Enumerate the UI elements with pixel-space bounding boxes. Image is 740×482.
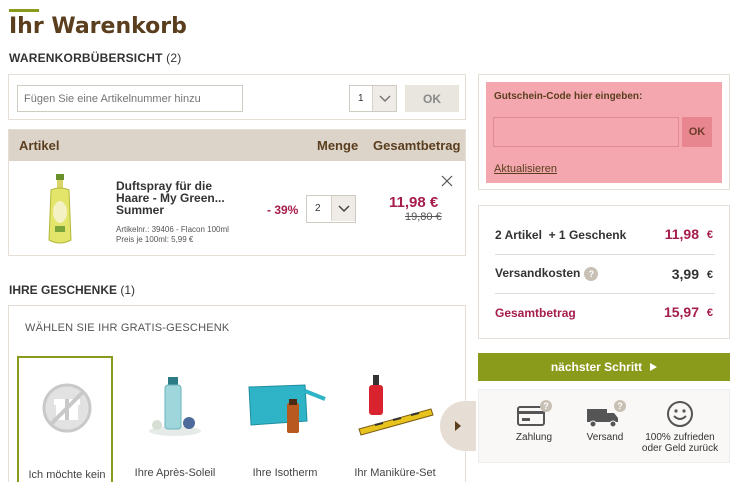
cart-table: Artikel Menge Gesamtbetrag Duftspray für… [8,129,466,256]
summary-row-articles: 2 Artikel + 1 Geschenk 11,98 € [495,226,715,262]
gift-option-manikuere[interactable]: Ihr Maniküre-Set GRATIS [347,356,443,482]
summary-divider [495,293,715,294]
cart-overview-heading: WARENKORBÜBERSICHT (2) [9,51,181,65]
summary-divider [495,254,715,255]
add-article-ok-button[interactable]: OK [405,85,459,112]
shipping-text: Versandkosten [495,266,581,280]
gift-image-tasche [237,364,333,448]
article-number-input[interactable] [17,85,243,112]
gift-label: Ihre Après-Soleil Dusche [134,467,216,482]
cart-page: Ihr Warenkorb WARENKORBÜBERSICHT (2) 1 O… [0,0,740,482]
svg-text:?: ? [543,401,549,411]
gift-panel: WÄHLEN SIE IHR GRATIS-GESCHENK Ich möcht… [8,305,476,482]
summary-row-shipping: Versandkosten? 3,99 € [495,265,715,301]
smiley-icon [635,398,725,430]
item-quantity-value: 2 [315,203,321,214]
trust-label: 100% zufrieden oder Geld zurück [641,432,719,454]
trust-panel: ? Zahlung ? Versand 100% zufrieden oder … [478,389,730,463]
quantity-select[interactable]: 1 [349,85,397,112]
chevron-down-icon [372,86,396,111]
no-gift-icon [19,366,115,450]
svg-text:?: ? [617,401,623,411]
item-old-price: 19,80 € [405,211,442,223]
gift-option-tasche[interactable]: Ihre Isotherm Kosmetiktasche [237,356,333,482]
trust-item-satisfaction[interactable]: 100% zufrieden oder Geld zurück [635,398,725,454]
gifts-title: IHRE GESCHENKE [9,283,118,297]
column-artikel: Artikel [19,138,60,153]
gifts-count: (1) [120,283,136,297]
cart-table-header: Artikel Menge Gesamtbetrag [9,130,465,161]
column-gesamtbetrag: Gesamtbetrag [373,138,461,153]
product-article-number: Artikelnr.: 39406 - Flacon 100ml [116,225,229,234]
gift-option-none[interactable]: Ich möchte kein Gratis-Geschenk [17,356,113,482]
gift-option-dusche[interactable]: Ihre Après-Soleil Dusche [127,356,223,482]
overview-label: WARENKORBÜBERSICHT [9,51,163,65]
currency-symbol: € [706,229,713,241]
title-accent-bar [9,9,39,12]
product-unit-price: Preis je 100ml: 5,99 € [116,235,194,244]
articles-count: 2 Artikel [495,228,542,242]
chevron-right-icon [455,421,461,431]
gift-label: Ich möchte kein Gratis-Geschenk [28,469,106,481]
item-quantity-select[interactable]: 2 [306,195,356,223]
gift-carousel-next-button[interactable] [440,401,476,451]
discount-badge: - 39% [267,203,299,217]
next-step-label: nächster Schritt [550,360,643,374]
total-value: 15,97 [663,304,699,320]
shipping-label: Versandkosten? [495,266,599,281]
next-step-button[interactable]: nächster Schritt [478,353,730,381]
play-arrow-icon [650,363,658,371]
remove-item-icon[interactable] [441,175,453,187]
currency-symbol: € [706,269,713,281]
coupon-label: Gutschein-Code hier eingeben: [494,91,643,102]
update-link[interactable]: Aktualisieren [494,163,557,175]
coupon-panel: Gutschein-Code hier eingeben: OK Aktuali… [478,74,730,190]
summary-articles-label: 2 Artikel + 1 Geschenk [495,228,626,242]
coupon-code-input[interactable] [493,117,679,147]
gift-label: Ihre Isotherm Kosmetiktasche [246,467,324,482]
gift-image-manikuere [347,364,443,448]
gift-image-dusche [127,364,223,448]
item-price: 11,98 € [389,194,439,211]
currency-symbol: € [706,307,713,319]
add-article-panel: 1 OK [8,74,466,120]
overview-count: (2) [166,51,182,65]
gift-count: + 1 Geschenk [548,228,627,242]
coupon-highlight: Gutschein-Code hier eingeben: OK Aktuali… [486,82,722,183]
total-label: Gesamtbetrag [495,306,576,320]
order-summary: 2 Artikel + 1 Geschenk 11,98 € Versandko… [478,205,730,339]
shipping-value: 3,99 [671,266,699,282]
gift-subtitle: WÄHLEN SIE IHR GRATIS-GESCHENK [25,322,230,334]
chevron-down-icon [331,196,355,221]
page-title: Ihr Warenkorb [9,14,187,39]
articles-value: 11,98 [664,226,699,242]
shipping-help-icon[interactable]: ? [584,266,599,281]
column-menge: Menge [317,138,359,153]
gift-label: Ihr Maniküre-Set GRATIS [354,467,436,482]
summary-row-total: Gesamtbetrag 15,97 € [495,304,715,340]
product-image[interactable] [45,174,75,246]
coupon-ok-button[interactable]: OK [682,117,712,147]
product-name[interactable]: Duftspray für die Haare - My Green... Su… [116,180,246,216]
quantity-value: 1 [358,93,364,104]
product-meta: Artikelnr.: 39406 - Flacon 100ml Preis j… [116,225,229,245]
gifts-heading: IHRE GESCHENKE (1) [9,283,135,297]
